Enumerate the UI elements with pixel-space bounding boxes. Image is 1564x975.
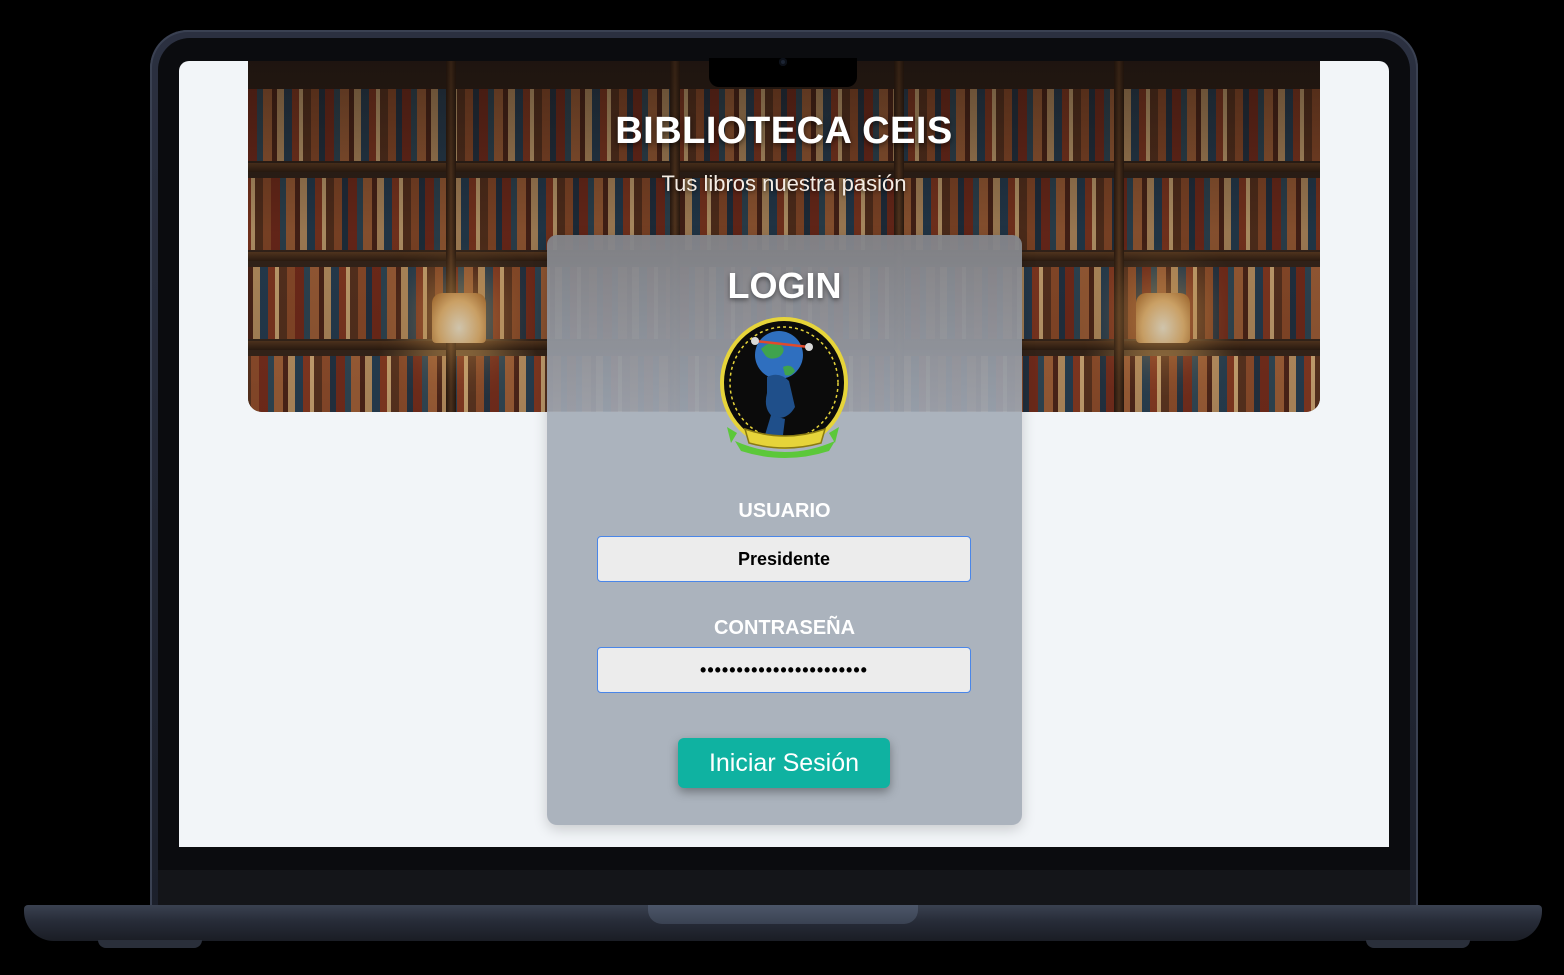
password-label: CONTRASEÑA [713, 617, 856, 639]
login-title: LOGIN [727, 265, 842, 306]
laptop-bezel-chin [158, 870, 1410, 906]
atlas-globe-emblem-icon [720, 317, 848, 458]
login-button[interactable]: Iniciar Sesión [678, 738, 890, 788]
laptop-foot [98, 940, 202, 948]
username-input[interactable] [597, 536, 971, 582]
laptop-hinge-notch [648, 905, 918, 924]
login-card: LOGIN USUARIO CONTRASEÑA Iniciar Sesión [547, 235, 1022, 825]
site-subtitle: Tus libros nuestra pasión [661, 171, 907, 196]
laptop-foot [1366, 940, 1470, 948]
password-input[interactable] [597, 647, 971, 693]
username-label: USUARIO [738, 500, 831, 522]
screen: BIBLIOTECA CEIS Tus libros nuestra pasió… [179, 61, 1389, 847]
camera-icon [779, 58, 787, 66]
site-title: BIBLIOTECA CEIS [615, 110, 953, 152]
